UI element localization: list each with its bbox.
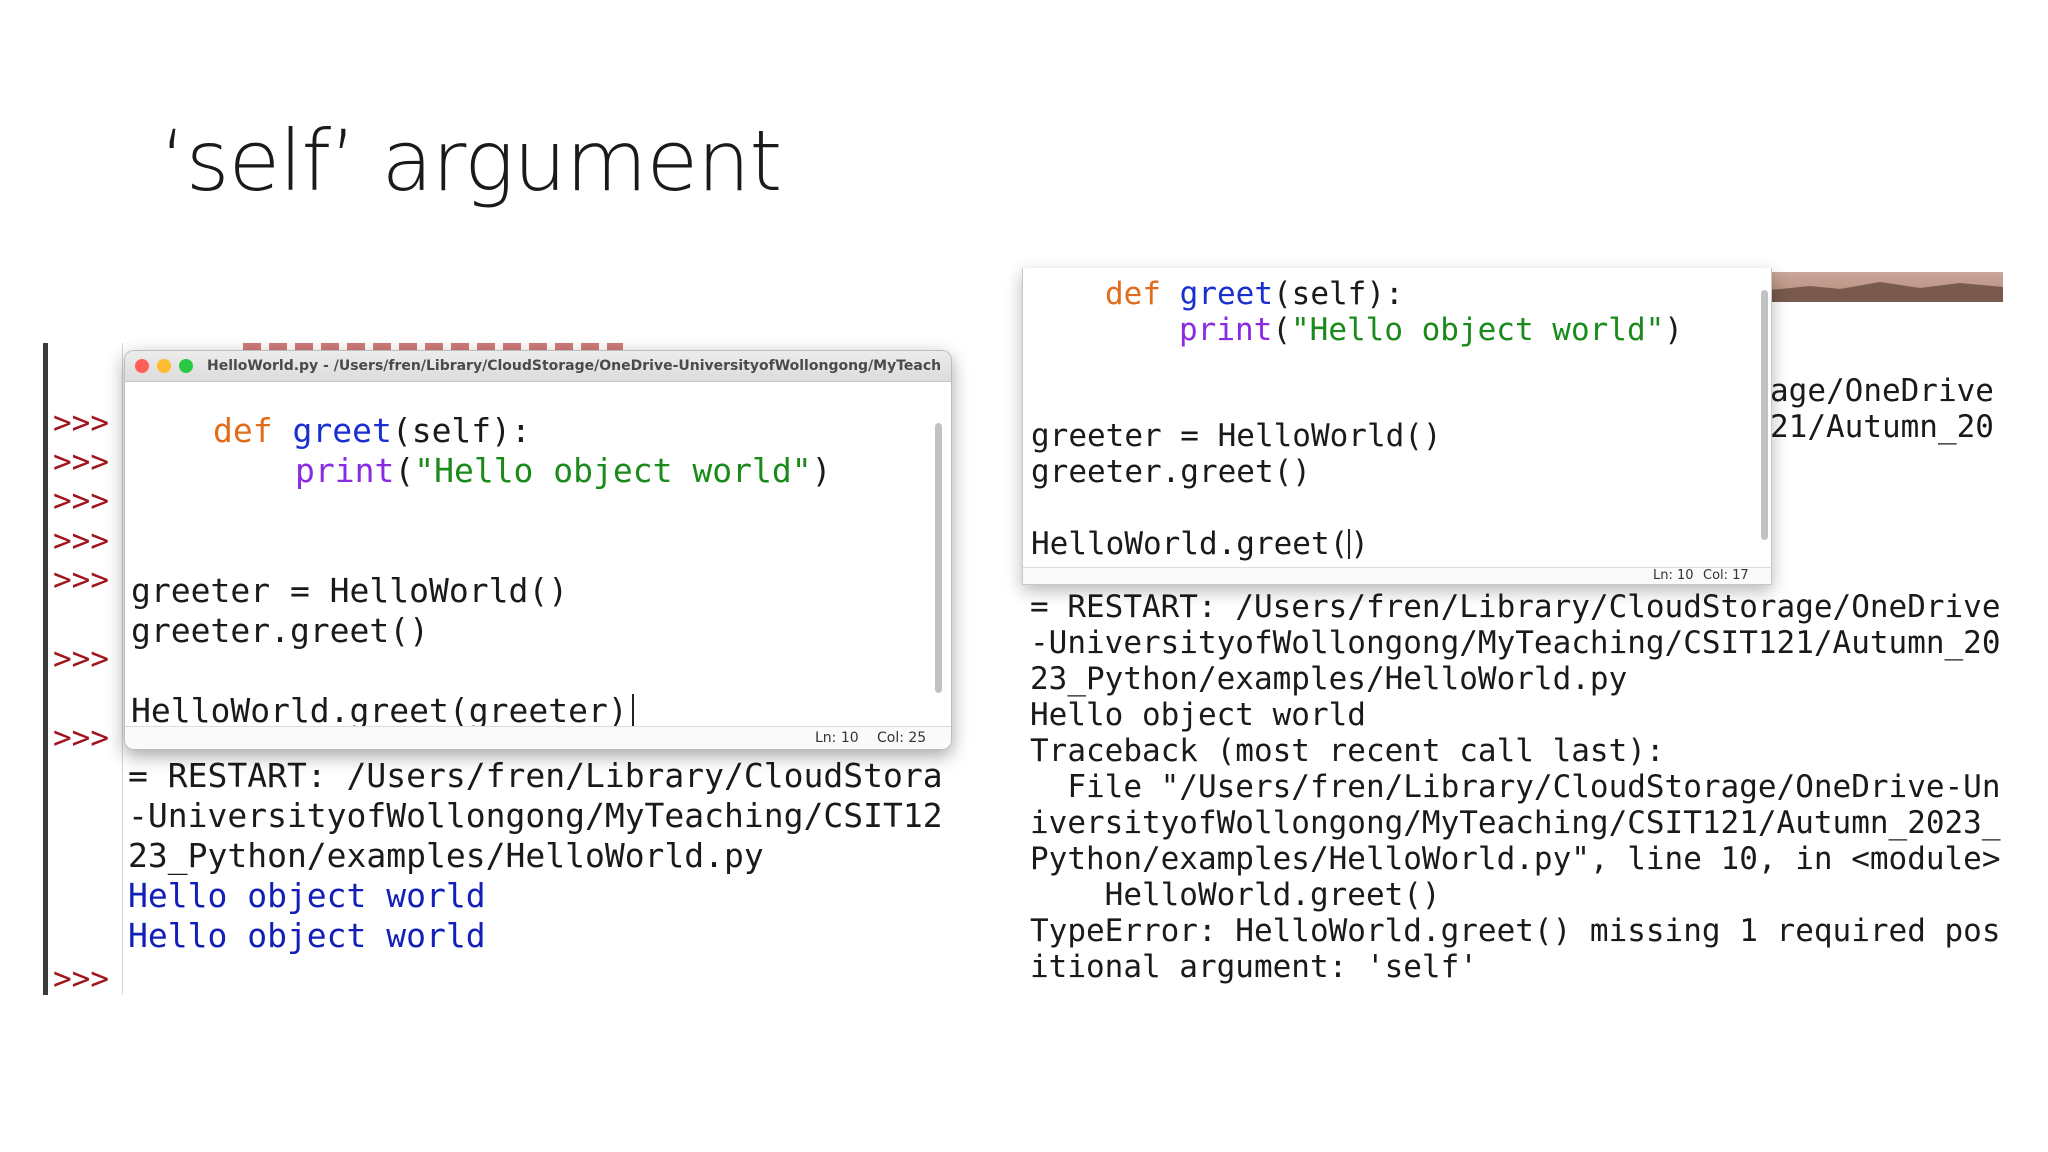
window-title: HelloWorld.py - /Users/fren/Library/Clou… — [207, 358, 941, 374]
traceback-file-line: iversityofWollongong/MyTeaching/CSIT121/… — [1030, 805, 2001, 841]
code-line-call[interactable]: greeter.greet() — [131, 611, 429, 650]
builtin-print: print — [295, 451, 395, 490]
keyword-def: def — [213, 411, 273, 450]
code-line-def[interactable]: def greet(self): — [213, 411, 531, 450]
minimize-window-button[interactable] — [157, 359, 171, 373]
shell-prompt: >>> — [53, 720, 109, 756]
shell-gutter-divider — [122, 343, 123, 995]
desktop-wallpaper-strip — [1770, 272, 2003, 302]
editor-window-helloworld-right[interactable]: def greet(self): print("Hello object wor… — [1022, 268, 1772, 585]
editor-scrollbar[interactable] — [935, 423, 942, 693]
function-params: (self): — [1273, 276, 1404, 312]
code-line-print[interactable]: print("Hello object world") — [1179, 312, 1683, 348]
shell-prompt: >>> — [53, 961, 109, 995]
string-literal: "Hello object world" — [414, 451, 812, 490]
shell-text-behind: age/OneDrive — [1770, 376, 1994, 409]
shell-left-edge — [43, 343, 48, 995]
string-literal: "Hello object world" — [1291, 312, 1665, 348]
code-line-class-call[interactable]: HelloWorld.greet(greeter) — [131, 691, 634, 730]
status-line: Ln: 10 — [815, 730, 859, 746]
keyword-def: def — [1105, 276, 1161, 312]
restart-line: -UniversityofWollongong/MyTeaching/CSIT1… — [1030, 625, 2001, 661]
open-paren: ( — [1272, 312, 1291, 348]
code-line-print[interactable]: print("Hello object world") — [295, 451, 831, 490]
status-column: Col: 17 — [1703, 568, 1749, 583]
type-error-message: itional argument: 'self' — [1030, 949, 1478, 985]
shell-prompt: >>> — [53, 444, 109, 480]
editor-scrollbar[interactable] — [1761, 290, 1768, 540]
restart-line: = RESTART: /Users/fren/Library/CloudStor… — [1030, 589, 2001, 625]
function-params: (self): — [391, 411, 531, 450]
restart-line: = RESTART: /Users/fren/Library/CloudStor… — [128, 756, 943, 795]
shell-prompt: >>> — [53, 405, 109, 441]
restart-line: -UniversityofWollongong/MyTeaching/CSIT1… — [128, 796, 943, 835]
editor-statusbar: Ln: 10 Col: 17 — [1023, 567, 1771, 584]
traceback-code-line: HelloWorld.greet() — [1030, 877, 1441, 913]
shell-prompt: >>> — [53, 483, 109, 519]
code-line-class-call[interactable]: HelloWorld.greet() — [1031, 526, 1369, 562]
slide-title: ‘self’ argument — [160, 112, 782, 210]
close-window-button[interactable] — [135, 359, 149, 373]
builtin-print: print — [1179, 312, 1273, 348]
function-name: greet — [1179, 276, 1273, 312]
window-titlebar[interactable]: HelloWorld.py - /Users/fren/Library/Clou… — [125, 351, 951, 382]
traceback-header: Traceback (most recent call last): — [1030, 733, 1665, 769]
editor-window-helloworld[interactable]: HelloWorld.py - /Users/fren/Library/Clou… — [124, 350, 952, 750]
traceback-file-line: Python/examples/HelloWorld.py", line 10,… — [1030, 841, 2001, 877]
close-paren: ) — [811, 451, 832, 490]
maximize-window-button[interactable] — [179, 359, 193, 373]
function-name: greet — [292, 411, 392, 450]
status-line: Ln: 10 — [1653, 568, 1694, 583]
code-line-call[interactable]: greeter.greet() — [1031, 454, 1311, 490]
class-call-open: HelloWorld.greet( — [1031, 526, 1349, 562]
code-line-def[interactable]: def greet(self): — [1105, 276, 1404, 312]
class-call-text: HelloWorld.greet(greeter) — [131, 691, 628, 730]
open-paren: ( — [394, 451, 415, 490]
shell-prompt: >>> — [53, 562, 109, 598]
close-paren: ) — [1664, 312, 1683, 348]
code-line-greeter[interactable]: greeter = HelloWorld() — [131, 571, 568, 610]
traceback-file-line: File "/Users/fren/Library/CloudStorage/O… — [1030, 769, 2001, 805]
text-cursor — [631, 694, 634, 728]
class-call-close: ) — [1350, 526, 1369, 562]
shell-prompt: >>> — [53, 641, 109, 677]
restart-line: 23_Python/examples/HelloWorld.py — [1030, 661, 1628, 697]
type-error-message: TypeError: HelloWorld.greet() missing 1 … — [1030, 913, 2001, 949]
program-output: Hello object world — [128, 876, 486, 915]
shell-text-behind: 21/Autumn_20 — [1770, 409, 1994, 445]
restart-line: 23_Python/examples/HelloWorld.py — [128, 836, 764, 875]
status-column: Col: 25 — [877, 730, 927, 746]
shell-prompt: >>> — [53, 523, 109, 559]
editor-statusbar: Ln: 10 Col: 25 — [125, 726, 951, 749]
program-output: Hello object world — [128, 916, 486, 955]
program-output: Hello object world — [1030, 697, 1366, 733]
code-line-greeter[interactable]: greeter = HelloWorld() — [1031, 418, 1442, 454]
